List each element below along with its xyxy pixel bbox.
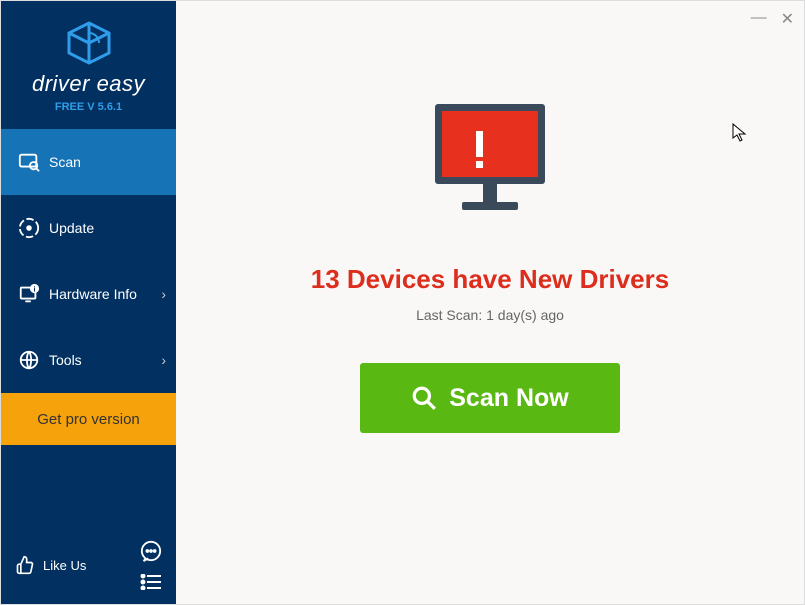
tools-icon xyxy=(15,349,43,371)
sidebar-bottom: Like Us xyxy=(1,526,176,604)
menu-icon[interactable] xyxy=(140,574,162,590)
sidebar-item-label: Update xyxy=(49,220,94,236)
chevron-right-icon: › xyxy=(161,352,166,368)
scan-now-button[interactable]: Scan Now xyxy=(360,363,620,433)
svg-text:i: i xyxy=(33,284,35,293)
content: 13 Devices have New Drivers Last Scan: 1… xyxy=(176,1,804,604)
sidebar: driver easy FREE V 5.6.1 Scan Update xyxy=(1,1,176,604)
scan-button-label: Scan Now xyxy=(449,384,568,413)
sidebar-item-label: Tools xyxy=(49,352,82,368)
sidebar-item-update[interactable]: Update xyxy=(1,195,176,261)
sidebar-item-hardware[interactable]: i Hardware Info › xyxy=(1,261,176,327)
nav: Scan Update i Hardware Info › xyxy=(1,129,176,526)
close-button[interactable]: ✕ xyxy=(781,9,794,29)
app-version: FREE V 5.6.1 xyxy=(11,101,166,113)
get-pro-button[interactable]: Get pro version xyxy=(1,393,176,445)
main-panel: — ✕ 13 Devices have New Drivers Last Sca… xyxy=(176,1,804,604)
minimize-button[interactable]: — xyxy=(751,9,767,29)
app-logo-icon xyxy=(64,21,114,65)
sidebar-item-label: Scan xyxy=(49,154,81,170)
scan-icon xyxy=(15,151,43,173)
thumbs-up-icon xyxy=(15,555,35,575)
chevron-right-icon: › xyxy=(161,286,166,302)
search-icon xyxy=(411,385,437,411)
logo-area: driver easy FREE V 5.6.1 xyxy=(1,1,176,129)
status-headline: 13 Devices have New Drivers xyxy=(311,264,669,295)
like-label: Like Us xyxy=(43,558,86,573)
window-controls: — ✕ xyxy=(751,9,794,29)
last-scan-text: Last Scan: 1 day(s) ago xyxy=(416,307,564,323)
hardware-icon: i xyxy=(15,283,43,305)
update-icon xyxy=(15,217,43,239)
feedback-icon[interactable] xyxy=(140,540,162,562)
sidebar-item-label: Hardware Info xyxy=(49,286,137,302)
pro-button-label: Get pro version xyxy=(37,411,140,428)
alert-monitor-icon xyxy=(415,99,565,234)
sidebar-item-tools[interactable]: Tools › xyxy=(1,327,176,393)
app-name: driver easy xyxy=(11,71,166,97)
like-us-button[interactable]: Like Us xyxy=(15,555,86,575)
sidebar-item-scan[interactable]: Scan xyxy=(1,129,176,195)
